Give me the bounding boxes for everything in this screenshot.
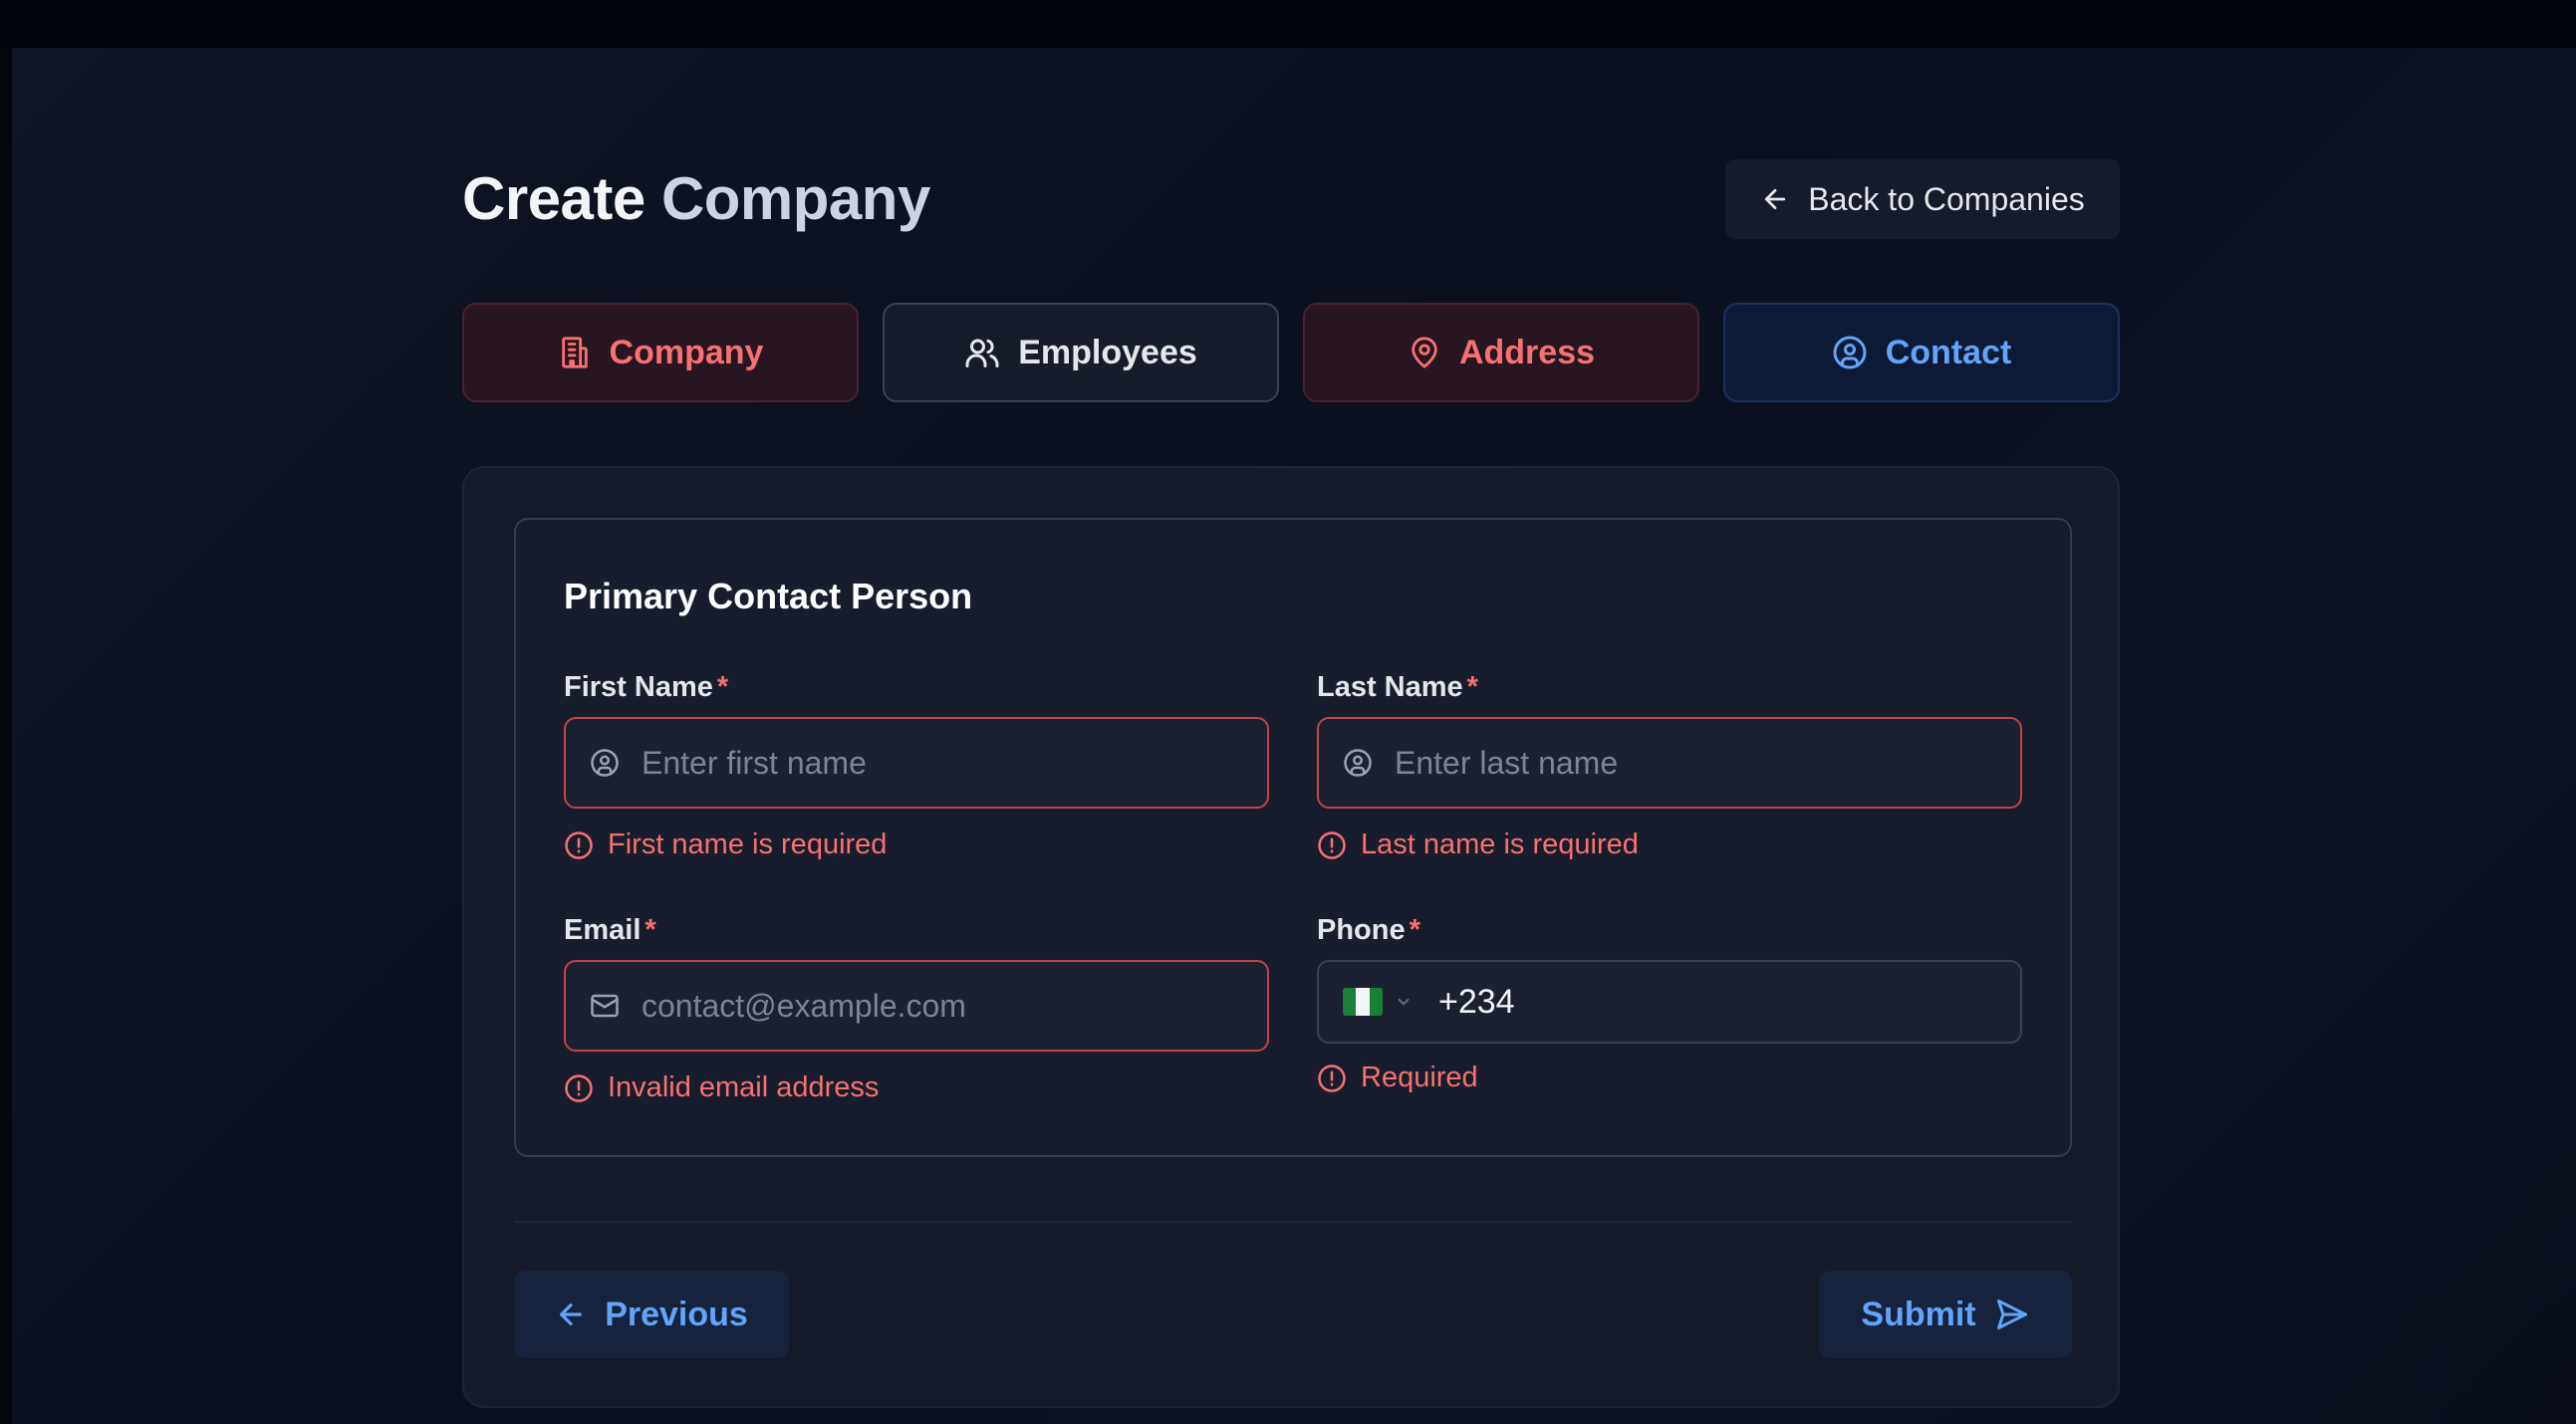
tab-company[interactable]: Company <box>462 303 859 402</box>
last-name-input[interactable]: Enter last name <box>1317 717 2022 809</box>
required-asterisk: * <box>716 671 729 703</box>
alert-circle-icon <box>564 831 594 860</box>
email-placeholder: contact@example.com <box>642 987 966 1024</box>
first-name-label-text: First Name <box>564 671 713 703</box>
last-name-field: Last Name * Enter last name Last name is … <box>1317 669 2022 868</box>
last-name-error-text: Last name is required <box>1361 829 1639 860</box>
email-label-text: Email <box>564 914 642 946</box>
first-name-error-text: First name is required <box>608 829 888 860</box>
email-label: Email * <box>564 912 1269 948</box>
primary-contact-section: Primary Contact Person First Name * Enter… <box>514 518 2072 1157</box>
last-name-label: Last Name * <box>1317 669 2022 705</box>
page-title: Create Company <box>462 169 930 229</box>
phone-input[interactable]: +234 <box>1317 960 2022 1044</box>
phone-label-text: Phone <box>1317 914 1406 946</box>
submit-button[interactable]: Submit <box>1819 1271 2072 1358</box>
email-input[interactable]: contact@example.com <box>564 960 1269 1052</box>
tab-contact[interactable]: Contact <box>1723 303 2120 402</box>
section-title: Primary Contact Person <box>564 576 973 616</box>
first-name-label: First Name * <box>564 669 1269 705</box>
phone-field: Phone * +234 Required <box>1317 912 2022 1111</box>
tab-address-label: Address <box>1458 333 1596 371</box>
last-name-label-text: Last Name <box>1317 671 1463 703</box>
step-tabs: Company Employees Address Contact <box>462 303 2120 402</box>
previous-button[interactable]: Previous <box>514 1271 789 1358</box>
first-name-input[interactable]: Enter first name <box>564 717 1269 809</box>
alert-circle-icon <box>1317 1064 1347 1093</box>
window-top-bar <box>0 0 2576 48</box>
alert-circle-icon <box>1317 831 1347 860</box>
form-card: Primary Contact Person First Name * Enter… <box>462 466 2120 1408</box>
page-title-word-2: Company <box>660 165 930 232</box>
email-field: Email * contact@example.com Invalid email… <box>564 912 1269 1111</box>
back-to-companies-label: Back to Companies <box>1808 180 2085 217</box>
phone-error: Required <box>1317 1062 1478 1094</box>
tab-employees-label: Employees <box>1018 333 1197 371</box>
alert-circle-icon <box>564 1073 594 1103</box>
user-circle-icon <box>1832 335 1868 370</box>
first-name-field: First Name * Enter first name First name … <box>564 669 1269 868</box>
back-to-companies-button[interactable]: Back to Companies <box>1725 159 2120 239</box>
user-circle-icon <box>590 748 620 778</box>
tab-contact-label: Contact <box>1885 333 2012 371</box>
phone-label: Phone * <box>1317 912 2022 948</box>
nigeria-flag-icon <box>1343 988 1383 1016</box>
users-icon <box>964 335 1000 370</box>
last-name-error: Last name is required <box>1317 829 1639 861</box>
chevron-down-icon <box>1395 993 1413 1011</box>
building-icon <box>558 336 592 369</box>
previous-label: Previous <box>605 1295 748 1333</box>
tab-address[interactable]: Address <box>1303 303 1699 402</box>
email-error: Invalid email address <box>564 1071 879 1104</box>
email-error-text: Invalid email address <box>608 1071 880 1103</box>
required-asterisk: * <box>644 914 656 946</box>
required-asterisk: * <box>1466 671 1478 703</box>
mail-icon <box>590 991 620 1021</box>
phone-value: +234 <box>1438 982 1515 1021</box>
user-circle-icon <box>1343 748 1373 778</box>
arrow-left-icon <box>1760 184 1790 214</box>
submit-label: Submit <box>1861 1295 1976 1333</box>
first-name-error: First name is required <box>564 829 887 861</box>
first-name-placeholder: Enter first name <box>642 744 867 781</box>
tab-company-label: Company <box>609 333 764 371</box>
divider <box>514 1221 2072 1223</box>
country-selector[interactable] <box>1343 988 1413 1016</box>
map-pin-icon <box>1408 336 1441 369</box>
phone-error-text: Required <box>1361 1062 1478 1093</box>
arrow-left-icon <box>555 1299 587 1330</box>
page-title-word-1: Create <box>462 165 645 232</box>
tab-employees[interactable]: Employees <box>883 303 1279 402</box>
required-asterisk: * <box>1409 914 1420 946</box>
last-name-placeholder: Enter last name <box>1395 744 1619 781</box>
send-icon <box>1994 1297 2030 1332</box>
